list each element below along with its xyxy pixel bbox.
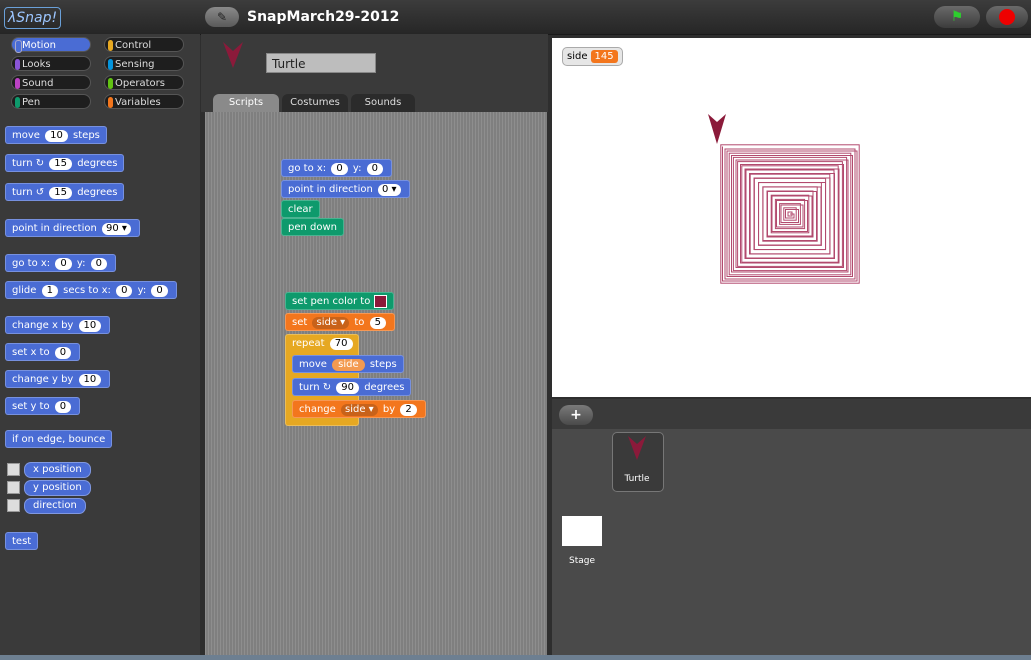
turtle-sprite-icon: [223, 42, 243, 68]
turn-ccw-block[interactable]: turn ↺ 15 degrees: [5, 183, 125, 201]
variables-swatch-icon: [108, 97, 113, 108]
script-set-var-block[interactable]: set side ▾ to 5: [285, 313, 395, 331]
move-block[interactable]: move 10 steps: [5, 126, 107, 144]
stop-sign-icon: [999, 9, 1015, 25]
change-x-block[interactable]: change x by 10: [5, 316, 111, 334]
direction-reporter[interactable]: direction: [24, 498, 86, 514]
motion-swatch-icon: [15, 40, 22, 53]
control-swatch-icon: [108, 40, 113, 51]
custom-block-test[interactable]: test: [5, 532, 39, 550]
tab-costumes[interactable]: Costumes: [282, 94, 348, 112]
category-motion[interactable]: Motion: [11, 37, 91, 53]
stop-button[interactable]: [986, 6, 1028, 28]
y-position-checkbox[interactable]: [7, 481, 20, 494]
pen-color-swatch[interactable]: [373, 294, 387, 308]
stage-thumbnail[interactable]: [562, 516, 602, 546]
green-flag-icon: ⚑: [950, 9, 964, 25]
operators-swatch-icon: [108, 78, 113, 89]
tab-scripts[interactable]: Scripts: [213, 94, 279, 112]
script-point-in-direction-block[interactable]: point in direction 0 ▾: [281, 180, 410, 198]
turtle-thumbnail-icon: [628, 436, 646, 460]
looks-swatch-icon: [15, 59, 20, 70]
pen-swatch-icon: [15, 97, 20, 108]
script-pen-down-block[interactable]: pen down: [281, 218, 344, 236]
change-y-block[interactable]: change y by 10: [5, 370, 111, 388]
edit-project-button[interactable]: ✎: [205, 7, 239, 27]
pencil-icon: ✎: [216, 10, 228, 24]
tab-sounds[interactable]: Sounds: [351, 94, 415, 112]
category-sensing[interactable]: Sensing: [104, 56, 184, 71]
category-sound[interactable]: Sound: [11, 75, 91, 90]
turn-cw-block[interactable]: turn ↻ 15 degrees: [5, 154, 125, 172]
glide-block[interactable]: glide 1 secs to x: 0 y: 0: [5, 281, 177, 299]
top-bar: [0, 0, 1031, 35]
bounce-block[interactable]: if on edge, bounce: [5, 430, 113, 448]
turtle-sprite-on-stage[interactable]: [708, 114, 726, 144]
category-control[interactable]: Control: [104, 37, 184, 52]
add-sprite-button[interactable]: +: [559, 405, 593, 425]
y-position-reporter[interactable]: y position: [24, 480, 91, 496]
project-title: SnapMarch29-2012: [247, 9, 400, 25]
x-position-checkbox[interactable]: [7, 463, 20, 476]
category-variables[interactable]: Variables: [104, 94, 184, 109]
sound-swatch-icon: [15, 78, 20, 89]
script-set-pen-color-block[interactable]: set pen color to: [285, 292, 394, 310]
sensing-swatch-icon: [108, 59, 113, 70]
script-go-to-xy-block[interactable]: go to x: 0 y: 0: [281, 159, 393, 177]
sprite-thumbnail-label: Turtle: [624, 474, 650, 484]
direction-checkbox[interactable]: [7, 499, 20, 512]
category-looks[interactable]: Looks: [11, 56, 91, 71]
script-move-block[interactable]: move side steps: [292, 355, 404, 373]
script-change-var-block[interactable]: change side ▾ by 2: [292, 400, 426, 418]
corral-toolbar: [552, 399, 1031, 429]
green-flag-button[interactable]: ⚑: [934, 6, 980, 28]
sprite-name-field[interactable]: Turtle: [266, 53, 376, 73]
window-bottom-edge: [0, 655, 1031, 660]
script-clear-block[interactable]: clear: [281, 200, 320, 218]
script-turn-block[interactable]: turn ↻ 90 degrees: [292, 378, 412, 396]
stage-thumbnail-label: Stage: [568, 556, 595, 566]
set-y-block[interactable]: set y to 0: [5, 397, 81, 415]
set-x-block[interactable]: set x to 0: [5, 343, 81, 361]
go-to-xy-block[interactable]: go to x: 0 y: 0: [5, 254, 117, 272]
x-position-reporter[interactable]: x position: [24, 462, 91, 478]
category-pen[interactable]: Pen: [11, 94, 91, 109]
snap-logo[interactable]: λSnap!: [4, 7, 62, 29]
pen-trail-drawing: [708, 114, 860, 284]
category-operators[interactable]: Operators: [104, 75, 184, 90]
point-in-direction-block[interactable]: point in direction 90 ▾: [5, 219, 140, 237]
